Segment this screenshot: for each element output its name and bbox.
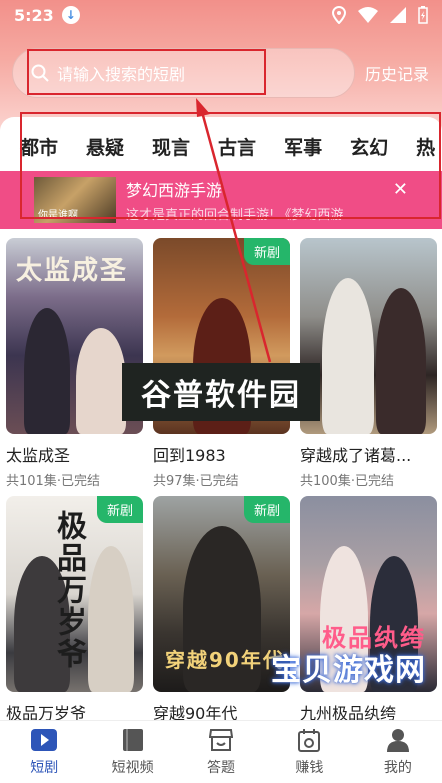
tab-label: 答题 xyxy=(207,760,236,776)
play-icon xyxy=(31,727,58,753)
tab-label: 我的 xyxy=(383,760,412,776)
calendar-icon xyxy=(296,727,322,753)
tab-quiz[interactable]: 答题 xyxy=(177,721,265,783)
tab-short-drama[interactable]: 短剧 xyxy=(0,721,88,783)
tab-label: 赚钱 xyxy=(295,760,324,776)
annotation-arrow xyxy=(196,98,272,363)
book-icon xyxy=(120,727,146,753)
bottom-tab-bar: 短剧 短视频 答题 赚钱 我的 xyxy=(0,720,442,783)
tab-profile[interactable]: 我的 xyxy=(354,721,442,783)
user-icon xyxy=(385,727,411,753)
tab-earn[interactable]: 赚钱 xyxy=(265,721,353,783)
tab-label: 短视频 xyxy=(111,760,154,776)
tab-label: 短剧 xyxy=(30,760,59,776)
shop-icon xyxy=(208,727,234,753)
tab-short-video[interactable]: 短视频 xyxy=(88,721,176,783)
